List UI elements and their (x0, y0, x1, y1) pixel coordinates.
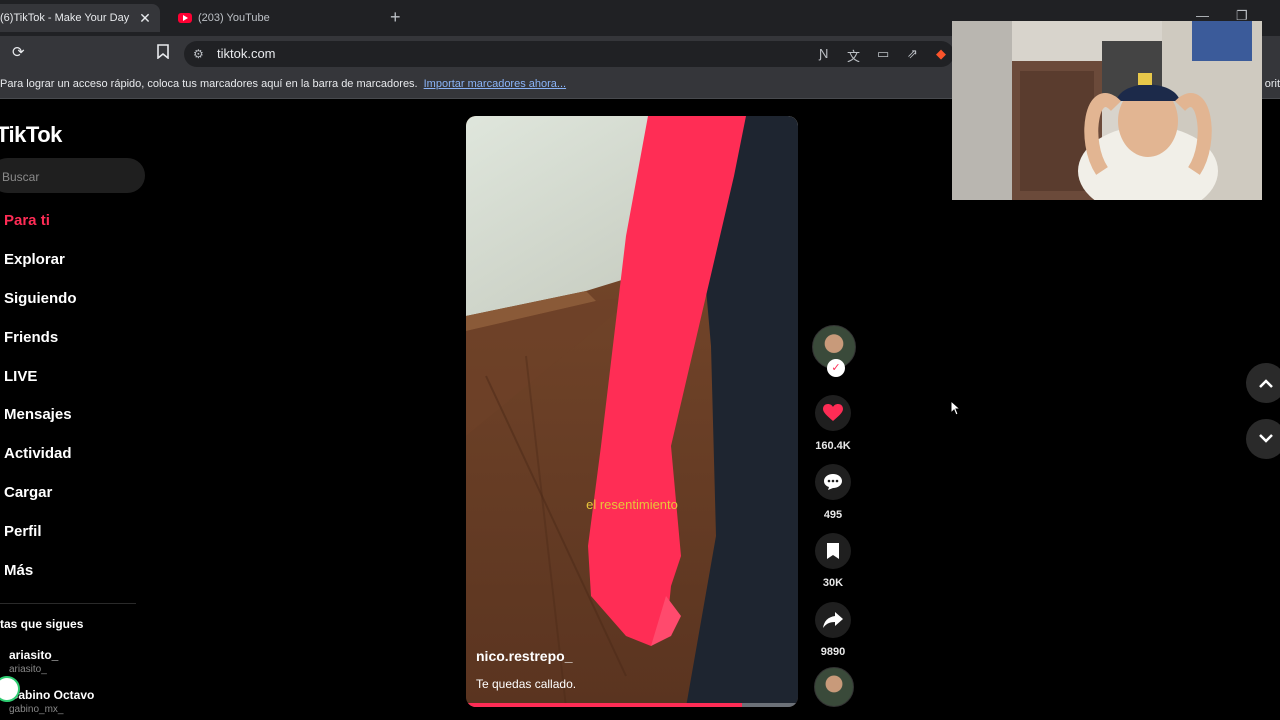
nav-friends[interactable]: Friends (4, 319, 77, 358)
like-button[interactable] (815, 395, 851, 431)
no-tracking-icon[interactable]: Ɲ (819, 46, 828, 61)
account-name: ariasito_ (9, 648, 59, 662)
video-player[interactable]: el resentimiento nico.restrepo_ Te queda… (466, 116, 798, 707)
bookmarks-right-text: orit (1264, 78, 1280, 90)
following-accounts-title: tas que sigues (0, 617, 84, 631)
tab-title: (6)TikTok - Make Your Day (0, 12, 130, 24)
comment-icon (824, 474, 842, 490)
tiktok-logo[interactable]: TikTok (0, 122, 62, 148)
account-handle: gabino_mx_ (9, 704, 64, 715)
video-description: Te quedas callado. (476, 677, 577, 691)
close-tab-icon[interactable]: ✕ (136, 9, 154, 27)
next-video-button[interactable] (1246, 419, 1280, 459)
tab-youtube[interactable]: (203) YouTube (170, 4, 380, 32)
follow-check-icon[interactable]: ✓ (827, 359, 845, 377)
address-bar[interactable]: ⚙ tiktok.com Ɲ 文 ▭ ⇗ ◆ (184, 41, 954, 67)
heart-icon (823, 404, 843, 421)
share-button[interactable] (815, 602, 851, 638)
url-text: tiktok.com (217, 46, 276, 61)
creator-avatar[interactable]: ✓ (812, 325, 856, 377)
video-caption-overlay: el resentimiento (586, 497, 678, 512)
following-account[interactable]: ariasito_ ariasito_ (9, 648, 58, 675)
sound-avatar[interactable] (814, 667, 854, 707)
bookmarks-message: Para lograr un acceso rápido, coloca tus… (0, 78, 418, 90)
share-arrow-icon (823, 612, 843, 628)
import-bookmarks-link[interactable]: Importar marcadores ahora... (424, 78, 566, 90)
site-settings-icon[interactable]: ⚙ (193, 47, 204, 61)
video-frame-image (466, 116, 798, 707)
reload-icon[interactable]: ⟳ (12, 44, 25, 62)
video-author[interactable]: nico.restrepo_ (476, 648, 572, 664)
share-icon[interactable]: ⇗ (907, 46, 918, 62)
youtube-icon (178, 13, 192, 23)
sidebar-nav: Para ti Explorar Siguiendo Friends LIVE … (4, 202, 77, 591)
chevron-down-icon (1259, 434, 1273, 443)
comment-button[interactable] (815, 464, 851, 500)
bookmark-icon (827, 543, 839, 559)
likes-count: 160.4K (815, 440, 851, 452)
brave-shield-icon[interactable]: ◆ (936, 46, 946, 62)
shares-count: 9890 (820, 646, 846, 658)
following-account[interactable]: Gabino Octavo gabino_mx_ (9, 688, 94, 715)
saves-count: 30K (822, 577, 844, 589)
nav-cargar[interactable]: Cargar (4, 474, 77, 513)
cast-icon[interactable]: ▭ (877, 46, 889, 62)
nav-mas[interactable]: Más (4, 552, 77, 591)
webcam-image (952, 21, 1262, 200)
account-handle: ariasito_ (9, 664, 47, 675)
comments-count: 495 (823, 509, 843, 521)
account-name: Gabino Octavo (9, 688, 95, 702)
save-button[interactable] (815, 533, 851, 569)
nav-live[interactable]: LIVE (4, 358, 77, 397)
nav-mensajes[interactable]: Mensajes (4, 396, 77, 435)
nav-perfil[interactable]: Perfil (4, 513, 77, 552)
bookmark-icon[interactable] (157, 44, 169, 64)
nav-actividad[interactable]: Actividad (4, 435, 77, 474)
search-input[interactable] (0, 158, 134, 195)
new-tab-button[interactable]: + (390, 8, 401, 26)
video-progress-fill (466, 703, 742, 707)
video-progress-bar[interactable] (466, 703, 798, 707)
previous-video-button[interactable] (1246, 363, 1280, 403)
chevron-up-icon (1259, 379, 1273, 388)
search-box[interactable] (0, 158, 145, 195)
translate-icon[interactable]: 文 (847, 46, 860, 65)
webcam-overlay (952, 21, 1262, 200)
tab-title: (203) YouTube (198, 12, 270, 24)
nav-explorar[interactable]: Explorar (4, 241, 77, 280)
tab-tiktok[interactable]: (6)TikTok - Make Your Day ✕ (0, 4, 160, 32)
sidebar-divider (0, 603, 136, 604)
nav-para-ti[interactable]: Para ti (4, 202, 77, 241)
mouse-cursor-icon (950, 400, 962, 416)
nav-siguiendo[interactable]: Siguiendo (4, 280, 77, 319)
